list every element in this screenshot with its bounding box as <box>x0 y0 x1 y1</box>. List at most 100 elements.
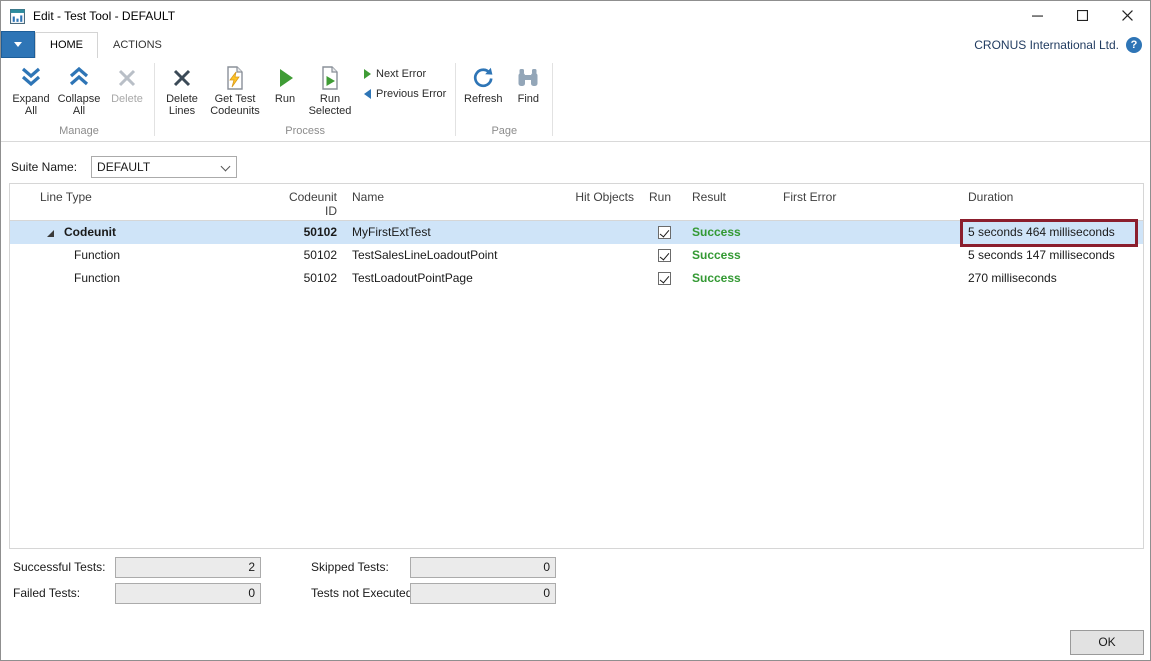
cell-codeunit-id: 50102 <box>240 244 337 267</box>
titlebar: Edit - Test Tool - DEFAULT <box>1 1 1150 31</box>
group-separator <box>154 63 155 136</box>
tab-home[interactable]: HOME <box>35 32 98 58</box>
tab-actions[interactable]: ACTIONS <box>98 32 177 58</box>
window-title: Edit - Test Tool - DEFAULT <box>33 9 175 23</box>
next-error-button[interactable]: Next Error <box>364 68 446 80</box>
expand-all-icon <box>18 63 44 93</box>
ok-button[interactable]: OK <box>1070 630 1144 655</box>
cell-codeunit-id: 50102 <box>240 267 337 290</box>
cell-line-type: Codeunit <box>64 221 116 244</box>
help-icon[interactable] <box>1126 37 1142 53</box>
ribbon: Expand All Collapse All Delete Manage <box>1 58 1150 142</box>
failed-tests-label: Failed Tests: <box>13 583 80 604</box>
run-icon <box>272 63 298 93</box>
previous-error-icon <box>364 89 371 99</box>
cell-codeunit-id: 50102 <box>240 221 337 244</box>
ribbon-group-process: Delete Lines Get Test Codeunits Run <box>158 60 452 141</box>
column-header-result[interactable]: Result <box>692 190 726 204</box>
get-test-codeunits-icon <box>222 63 248 93</box>
cell-duration: 5 seconds 147 milliseconds <box>968 244 1115 267</box>
expand-all-label: Expand All <box>7 93 55 117</box>
company-name: CRONUS International Ltd. <box>974 38 1126 52</box>
run-checkbox[interactable] <box>658 226 671 239</box>
tests-not-executed-field: 0 <box>410 583 556 604</box>
previous-error-label: Previous Error <box>376 88 446 100</box>
window-controls <box>1015 1 1150 30</box>
delete-lines-icon <box>170 63 194 93</box>
successful-tests-field: 2 <box>115 557 261 578</box>
collapse-all-label: Collapse All <box>55 93 103 117</box>
cell-duration: 5 seconds 464 milliseconds <box>968 221 1115 244</box>
skipped-tests-label: Skipped Tests: <box>311 557 389 578</box>
collapse-all-button[interactable]: Collapse All <box>55 60 103 117</box>
get-test-codeunits-label: Get Test Codeunits <box>206 93 264 117</box>
table-row-function[interactable]: Function 50102 TestSalesLineLoadoutPoint… <box>10 244 1143 267</box>
delete-button: Delete <box>103 60 151 105</box>
run-selected-label: Run Selected <box>306 93 354 117</box>
table-row-codeunit[interactable]: Codeunit 50102 MyFirstExtTest Success 5 … <box>10 221 1143 244</box>
app-window: Edit - Test Tool - DEFAULT HOME ACTIONS … <box>0 0 1151 661</box>
get-test-codeunits-button[interactable]: Get Test Codeunits <box>206 60 264 117</box>
collapse-all-icon <box>66 63 92 93</box>
next-error-label: Next Error <box>376 68 426 80</box>
cell-duration: 270 milliseconds <box>968 267 1057 290</box>
cell-name: TestSalesLineLoadoutPoint <box>352 244 497 267</box>
tests-not-executed-label: Tests not Executed: <box>311 583 416 604</box>
column-header-first-error[interactable]: First Error <box>783 190 836 204</box>
expanded-node-icon[interactable] <box>47 230 54 237</box>
run-checkbox[interactable] <box>658 272 671 285</box>
error-nav-buttons: Next Error Previous Error <box>354 60 452 100</box>
column-header-hit-objects[interactable]: Hit Objects <box>534 190 634 204</box>
chevron-down-icon <box>14 42 22 47</box>
refresh-icon <box>470 63 496 93</box>
suite-name-value: DEFAULT <box>97 160 150 174</box>
cell-result: Success <box>692 244 741 267</box>
maximize-button[interactable] <box>1060 1 1105 30</box>
group-separator <box>455 63 456 136</box>
column-header-codeunit-id[interactable]: Codeunit ID <box>240 190 337 218</box>
column-header-name[interactable]: Name <box>352 190 384 204</box>
app-icon <box>10 8 26 24</box>
suite-filter-row: Suite Name: DEFAULT <box>11 156 237 178</box>
suite-name-label: Suite Name: <box>11 160 77 174</box>
column-header-codeunit-line1: Codeunit <box>240 190 337 204</box>
run-label: Run <box>275 93 295 105</box>
ribbon-group-manage: Expand All Collapse All Delete Manage <box>7 60 151 141</box>
successful-tests-label: Successful Tests: <box>13 557 105 578</box>
run-checkbox[interactable] <box>658 249 671 262</box>
next-error-icon <box>364 69 371 79</box>
find-button[interactable]: Find <box>507 60 549 105</box>
find-label: Find <box>518 93 539 105</box>
group-separator <box>552 63 553 136</box>
cell-line-type: Function <box>74 244 120 267</box>
close-button[interactable] <box>1105 1 1150 30</box>
column-header-duration[interactable]: Duration <box>968 190 1013 204</box>
cell-name: MyFirstExtTest <box>352 221 431 244</box>
previous-error-button[interactable]: Previous Error <box>364 88 446 100</box>
cell-line-type: Function <box>74 267 120 290</box>
group-label-process: Process <box>158 123 452 141</box>
refresh-label: Refresh <box>464 93 503 105</box>
run-button[interactable]: Run <box>264 60 306 105</box>
group-label-page: Page <box>459 123 549 141</box>
delete-lines-label: Delete Lines <box>158 93 206 117</box>
table-row-function[interactable]: Function 50102 TestLoadoutPointPage Succ… <box>10 267 1143 290</box>
app-menu-button[interactable] <box>1 31 35 58</box>
column-header-codeunit-line2: ID <box>240 204 337 218</box>
refresh-button[interactable]: Refresh <box>459 60 507 105</box>
run-selected-button[interactable]: Run Selected <box>306 60 354 117</box>
delete-lines-button[interactable]: Delete Lines <box>158 60 206 117</box>
cell-result: Success <box>692 267 741 290</box>
column-header-line-type[interactable]: Line Type <box>40 190 92 204</box>
skipped-tests-field: 0 <box>410 557 556 578</box>
failed-tests-field: 0 <box>115 583 261 604</box>
expand-all-button[interactable]: Expand All <box>7 60 55 117</box>
delete-label: Delete <box>111 93 143 105</box>
find-icon <box>515 63 541 93</box>
suite-name-select[interactable]: DEFAULT <box>91 156 237 178</box>
column-header-run[interactable]: Run <box>649 190 671 204</box>
cell-result: Success <box>692 221 741 244</box>
minimize-button[interactable] <box>1015 1 1060 30</box>
cell-name: TestLoadoutPointPage <box>352 267 473 290</box>
run-selected-icon <box>317 63 343 93</box>
